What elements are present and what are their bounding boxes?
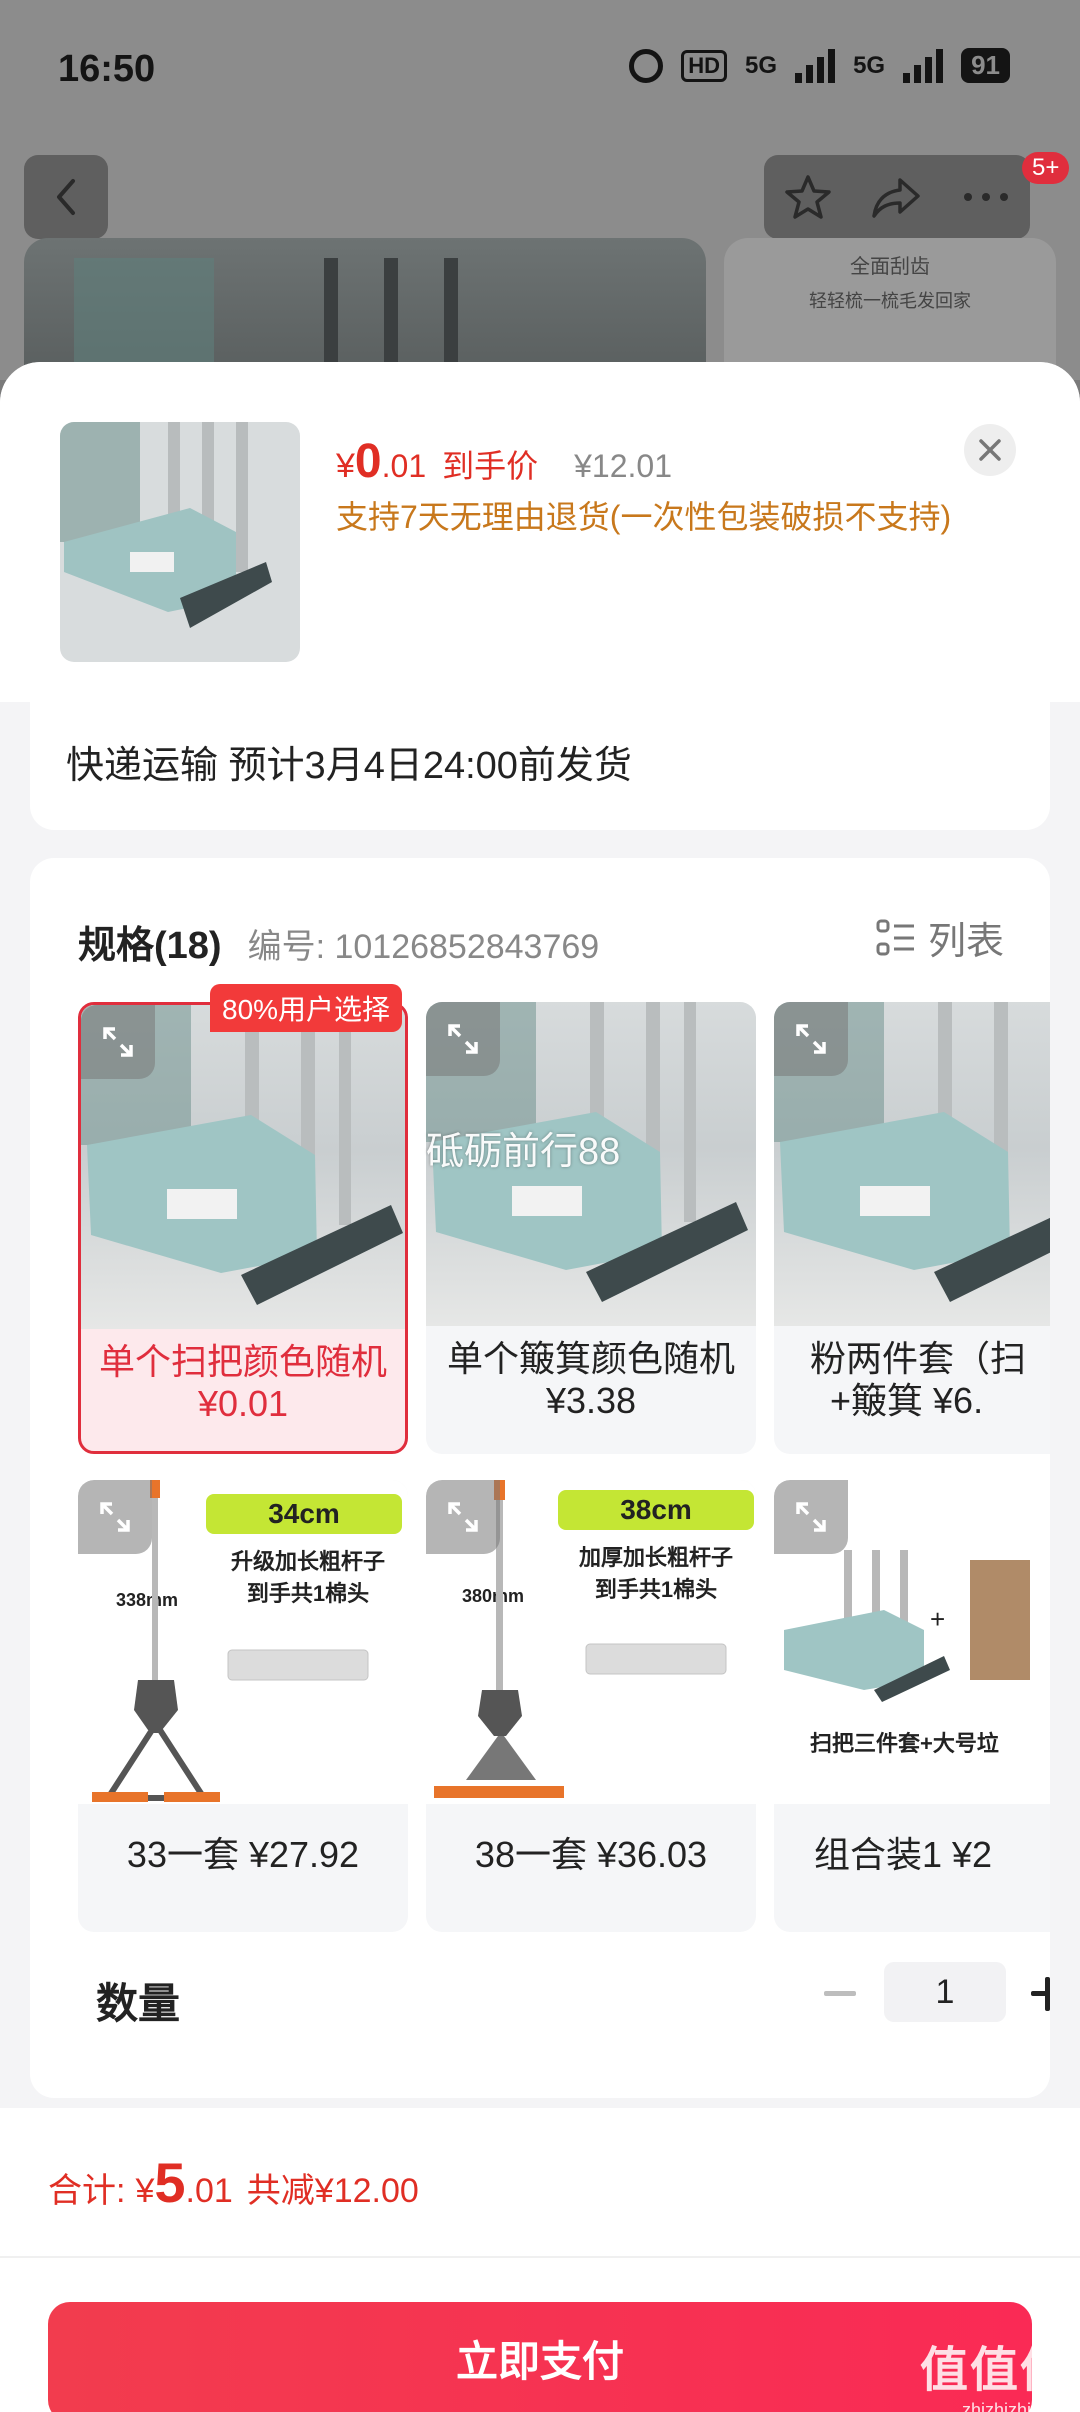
product-summary: ¥ 0 .01 到手价 ¥12.01 支持7天无理由退货(一次性包装破损不支持) (0, 362, 1080, 702)
list-icon (876, 919, 914, 955)
battery-icon: 91 (961, 48, 1010, 83)
hd-icon: HD (681, 49, 728, 82)
network-label-1: 5G (745, 51, 778, 79)
list-view-toggle[interactable]: 列表 (876, 910, 1004, 965)
option-label: 33一套 ¥27.92 (126, 1834, 360, 1875)
total-integer: 5 (154, 2151, 186, 2214)
product-code: 编号: 10126852843769 (247, 928, 600, 966)
image-caption-1: 扫把三件套+大号垃 (810, 1731, 999, 1756)
signal-icon-2 (903, 48, 944, 83)
shipping-text: 快递运输 预计3月4日24:00前发货 (66, 745, 632, 787)
thumb-subtitle: 轻轻梳一梳毛发回家 (809, 291, 971, 311)
option-label: 38一套 ¥36.03 (474, 1834, 708, 1875)
product-image[interactable] (60, 422, 300, 662)
network-label-2: 5G (853, 51, 886, 79)
divider (0, 2256, 1080, 2258)
plus-icon (1031, 1977, 1050, 2011)
status-time: 16:50 (58, 48, 156, 90)
expand-icon[interactable] (774, 1002, 848, 1076)
spec-option-single-broom[interactable]: 单个扫把颜色随机 ¥0.01 (78, 1002, 408, 1454)
minus-icon (824, 1991, 856, 1996)
expand-icon[interactable] (426, 1002, 500, 1076)
notification-badge: 5+ (1022, 152, 1070, 184)
status-icons: HD 5G 5G 91 (629, 48, 1010, 83)
alarm-icon (629, 48, 664, 83)
star-icon[interactable] (783, 172, 833, 222)
spec-option-33-set[interactable]: 34cm 升级加长粗杆子 到手共1棉头 338mm 33一套 ¥27.92 (78, 1480, 408, 1932)
spec-option-single-dustpan[interactable]: 单个簸箕颜色随机 ¥3.38 (426, 1002, 756, 1454)
spec-option-pink-set[interactable]: 粉两件套（扫 +簸箕 ¥6. (774, 1002, 1050, 1454)
option-label-line2: ¥0.01 (197, 1383, 289, 1424)
expand-icon[interactable] (81, 1005, 155, 1079)
option-label-line1: 单个扫把颜色随机 (98, 1341, 387, 1382)
option-label: 组合装1 ¥2 (814, 1834, 993, 1875)
site-watermark: 值值值 zhizhizhi.com (920, 2330, 1070, 2412)
expand-icon[interactable] (78, 1480, 152, 1554)
total-discount: 共减¥12.00 (246, 2172, 419, 2210)
total-decimal: .01 (185, 2172, 233, 2210)
price-integer: 0 (354, 435, 382, 488)
original-price: ¥12.01 (574, 448, 672, 484)
close-button[interactable] (964, 424, 1016, 476)
more-icon[interactable] (961, 187, 1011, 207)
expand-icon[interactable] (774, 1480, 848, 1554)
spec-title: 规格(18) (78, 925, 222, 967)
checkout-footer: 合计: ¥ 5 .01 共减¥12.00 立即支付 (0, 2108, 1080, 2412)
quantity-label: 数量 (96, 1980, 181, 2027)
quantity-increase-button[interactable] (1018, 1964, 1050, 2024)
popular-choice-tag: 80%用户选择 (210, 984, 403, 1032)
spec-option-38-set[interactable]: 38cm 加厚加长粗杆子 到手共1棉头 380mm 38一套 ¥36.03 (426, 1480, 756, 1932)
total-line: 合计: ¥ 5 .01 共减¥12.00 (48, 2150, 419, 2215)
price-symbol: ¥ (336, 447, 355, 485)
option-label-line2: ¥3.38 (545, 1380, 637, 1421)
watermark-text: 砥砺前行88 (426, 1131, 621, 1173)
total-symbol: ¥ (135, 2172, 155, 2210)
quantity-decrease-button[interactable] (810, 1964, 870, 2024)
quantity-input[interactable]: 1 (884, 1962, 1006, 2022)
spec-selector: 规格(18) 编号: 10126852843769 列表 80%用户选择 砥砺前… (30, 858, 1050, 2098)
quantity-row: 数量 1 (78, 1958, 1050, 2038)
spec-header: 规格(18) 编号: 10126852843769 (78, 914, 599, 969)
status-bar: 16:50 HD 5G 5G 91 (0, 0, 1080, 140)
shipping-info: 快递运输 预计3月4日24:00前发货 (30, 700, 1050, 830)
price-decimal: .01 (381, 448, 427, 484)
total-label: 合计: (48, 2172, 126, 2210)
price-line: ¥ 0 .01 到手价 ¥12.01 (336, 434, 672, 489)
nav-actions (764, 155, 1030, 239)
list-view-label: 列表 (927, 921, 1004, 963)
spec-option-combo-1[interactable]: + 扫把三件套+大号垃 组合装1 ¥2 (774, 1480, 1050, 1932)
site-watermark-logo: 值值值 (919, 2344, 1070, 2397)
image-plus: + (930, 1604, 946, 1634)
option-label-line2: +簸箕 ¥6. (830, 1380, 984, 1421)
thumb-title: 全面刮齿 (850, 256, 930, 278)
back-button[interactable] (24, 155, 108, 239)
share-icon[interactable] (870, 172, 924, 222)
option-label-line1: 单个簸箕颜色随机 (446, 1338, 735, 1379)
site-watermark-url: zhizhizhi.com (961, 2400, 1070, 2412)
pay-now-button[interactable]: 立即支付 (48, 2302, 1032, 2412)
option-label-line1: 粉两件套（扫 (810, 1338, 1027, 1379)
price-label: 到手价 (442, 448, 539, 484)
sku-bottom-sheet: ¥ 0 .01 到手价 ¥12.01 支持7天无理由退货(一次性包装破损不支持)… (0, 362, 1080, 2412)
signal-icon (795, 48, 836, 83)
expand-icon[interactable] (426, 1480, 500, 1554)
return-policy-note: 支持7天无理由退货(一次性包装破损不支持) (336, 499, 952, 535)
chevron-left-icon (57, 179, 75, 215)
close-icon (979, 439, 1001, 461)
